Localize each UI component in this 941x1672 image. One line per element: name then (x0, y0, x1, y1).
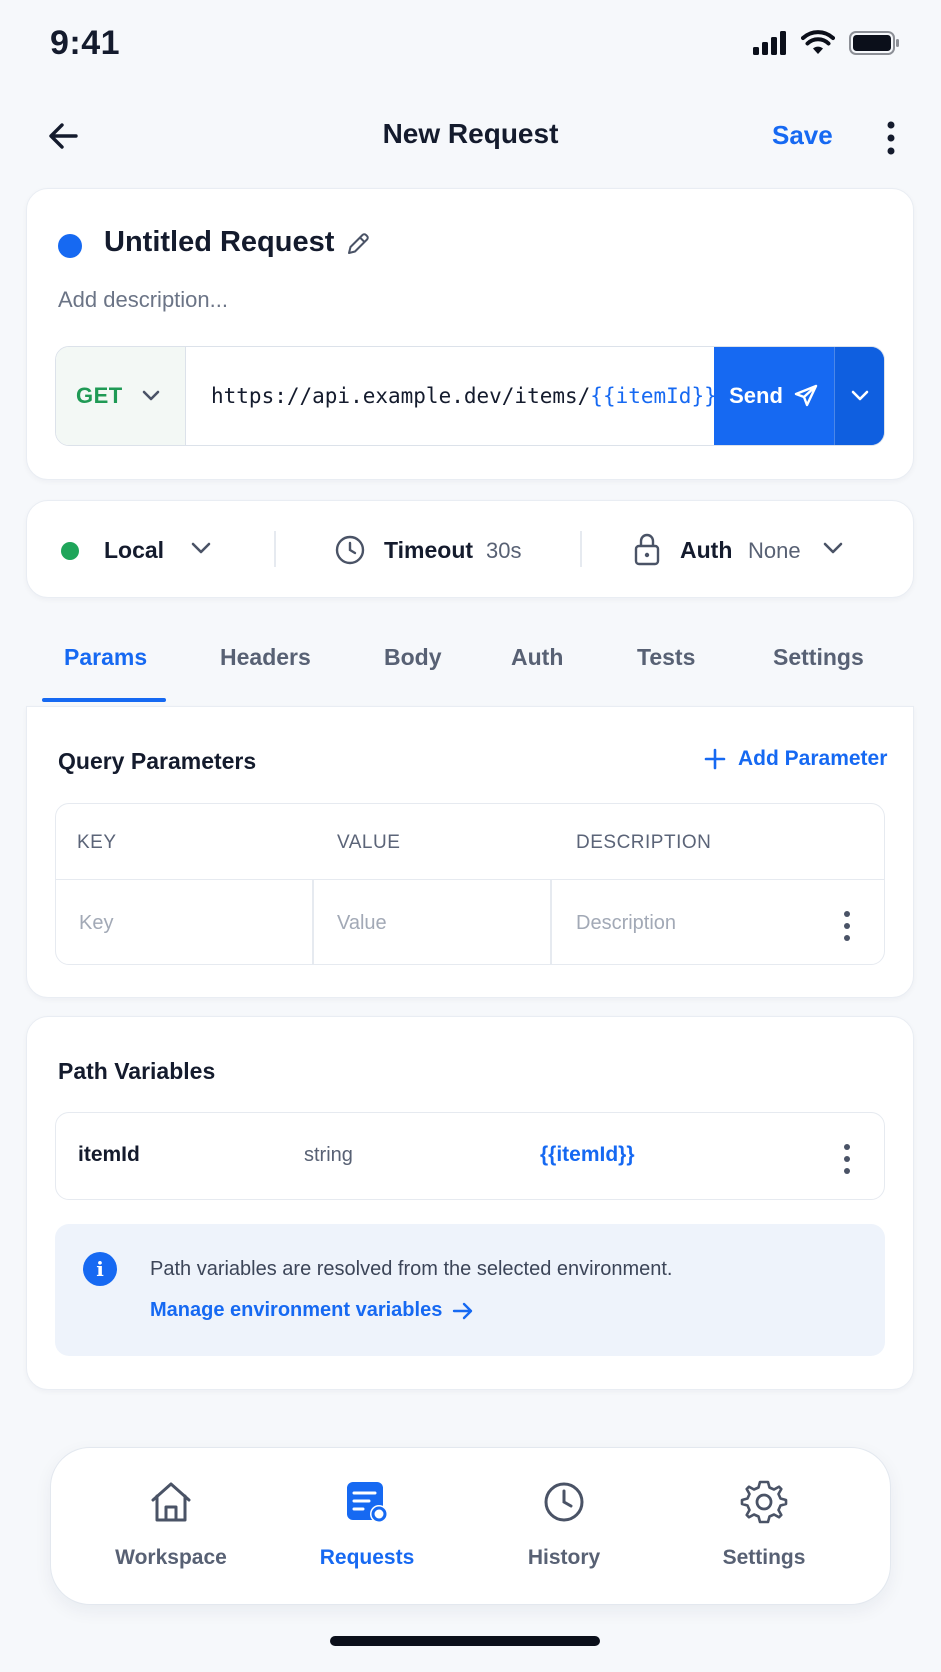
description-field[interactable]: Add description... (58, 287, 228, 313)
gear-icon (740, 1480, 788, 1524)
chevron-down-icon[interactable] (822, 540, 844, 556)
environment-status-dot (61, 542, 79, 560)
url-input[interactable]: https://api.example.dev/items/{{itemId}} (211, 347, 717, 445)
wifi-icon (801, 30, 835, 54)
divider (580, 531, 582, 567)
auth-label: Auth (680, 537, 733, 563)
column-divider (550, 880, 552, 964)
info-banner: i Path variables are resolved from the s… (55, 1224, 885, 1356)
paper-plane-icon (794, 384, 818, 407)
tab-params[interactable]: Params (64, 644, 147, 671)
method-select[interactable]: GET (56, 347, 186, 445)
info-text: Path variables are resolved from the sel… (150, 1258, 673, 1280)
send-label: Send (729, 383, 783, 408)
chevron-down-icon (851, 390, 868, 401)
info-icon: i (83, 1252, 117, 1286)
active-tab-indicator (42, 698, 166, 702)
tab-body[interactable]: Body (384, 644, 442, 671)
lock-icon (632, 532, 662, 566)
environment-select[interactable]: Local (104, 537, 164, 564)
auth-select[interactable]: None (748, 538, 801, 564)
tab-settings[interactable]: Settings (773, 644, 864, 671)
home-indicator (330, 1636, 600, 1646)
column-header-description: DESCRIPTION (576, 832, 712, 853)
path-variables-title: Path Variables (58, 1058, 216, 1084)
description-input[interactable]: Description (576, 912, 676, 935)
pencil-icon (348, 233, 369, 254)
manage-environment-label: Manage environment variables (150, 1299, 443, 1321)
query-parameters-table: KEY VALUE DESCRIPTION Key Value Descript… (55, 803, 885, 965)
path-variable-type: string (304, 1144, 353, 1166)
more-options-button[interactable] (876, 118, 906, 158)
home-icon (151, 1482, 191, 1522)
status-time: 9:41 (50, 24, 121, 62)
chevron-down-icon (142, 390, 160, 401)
divider (274, 531, 276, 567)
url-base: https://api.example.dev/items/ (211, 384, 591, 408)
more-vertical-icon (844, 1144, 850, 1174)
send-button-group: Send (714, 347, 884, 445)
more-vertical-icon (844, 911, 850, 941)
path-variable-value[interactable]: {{itemId}} (540, 1143, 635, 1167)
send-button[interactable]: Send (714, 347, 834, 445)
nav-label: Workspace (115, 1546, 227, 1569)
url-bar: GET https://api.example.dev/items/{{item… (55, 346, 885, 446)
requests-icon (347, 1482, 388, 1523)
path-variable-row: itemId string {{itemId}} (55, 1112, 885, 1200)
battery-icon (849, 31, 899, 55)
column-divider (312, 880, 314, 964)
nav-history[interactable]: History (464, 1448, 664, 1604)
history-icon (544, 1482, 584, 1522)
more-vertical-icon (887, 121, 895, 155)
manage-environment-link[interactable]: Manage environment variables (150, 1299, 474, 1322)
path-variable-key: itemId (78, 1143, 140, 1166)
clock-icon (334, 534, 366, 566)
save-button[interactable]: Save (772, 120, 833, 151)
nav-label: History (527, 1546, 601, 1569)
nav-label: Settings (722, 1546, 806, 1569)
add-parameter-label: Add Parameter (738, 747, 888, 770)
tab-headers[interactable]: Headers (220, 644, 311, 671)
nav-requests[interactable]: Requests (267, 1448, 467, 1604)
query-parameters-title: Query Parameters (58, 748, 257, 774)
bottom-navigation: Workspace Requests History Settings (50, 1447, 891, 1605)
table-header: KEY VALUE DESCRIPTION (56, 804, 884, 880)
nav-workspace[interactable]: Workspace (71, 1448, 271, 1604)
edit-name-button[interactable] (344, 230, 372, 258)
value-input[interactable]: Value (337, 912, 387, 935)
add-parameter-button[interactable]: Add Parameter (704, 747, 887, 771)
nav-settings[interactable]: Settings (664, 1448, 864, 1604)
nav-label: Requests (319, 1546, 415, 1569)
column-header-key: KEY (77, 832, 117, 853)
send-options-button[interactable] (834, 347, 884, 445)
status-icons (753, 30, 901, 56)
plus-icon (704, 748, 726, 770)
request-name[interactable]: Untitled Request (104, 226, 334, 259)
column-header-value: VALUE (337, 832, 401, 853)
url-variable: {{itemId}} (590, 384, 717, 408)
chevron-down-icon[interactable] (190, 540, 212, 556)
timeout-label: Timeout (384, 537, 474, 563)
arrow-right-icon (453, 1302, 473, 1319)
timeout-value[interactable]: 30s (486, 538, 521, 564)
tab-auth[interactable]: Auth (511, 644, 563, 671)
row-options-button[interactable] (840, 908, 854, 944)
request-color-dot (58, 234, 82, 258)
row-options-button[interactable] (840, 1141, 854, 1177)
key-input[interactable]: Key (79, 912, 113, 935)
method-label: GET (76, 383, 123, 408)
signal-icon (753, 31, 786, 55)
tab-tests[interactable]: Tests (637, 644, 695, 671)
